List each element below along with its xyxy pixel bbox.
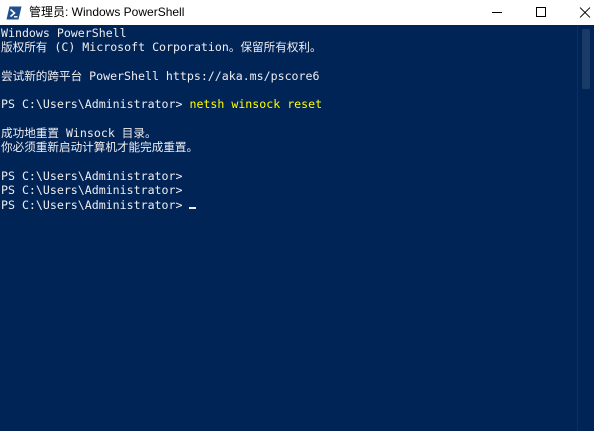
console-output-text: 成功地重置 Winsock 目录。 (1, 126, 157, 141)
console-output-text: 你必须重新启动计算机才能完成重置。 (1, 140, 199, 155)
window-controls (474, 0, 594, 25)
console-output-text: 尝试新的跨平台 PowerShell https://aka.ms/pscore… (1, 68, 320, 83)
console-lines: Windows PowerShell 版权所有 (C) Microsoft Cor… (0, 25, 577, 212)
console-line: 成功地重置 Winsock 目录。 (1, 126, 577, 140)
powershell-icon (6, 5, 22, 21)
title-bar[interactable]: 管理员: Windows PowerShell (0, 0, 594, 25)
console-output[interactable]: Windows PowerShell 版权所有 (C) Microsoft Cor… (0, 25, 577, 431)
console-prompt: PS C:\Users\Administrator> (1, 97, 190, 112)
maximize-button[interactable] (520, 0, 566, 25)
minimize-icon (492, 12, 502, 13)
console-line: PS C:\Users\Administrator> netsh winsock… (1, 97, 577, 111)
text-cursor (189, 206, 197, 209)
console-line: 你必须重新启动计算机才能完成重置。 (1, 140, 577, 154)
powershell-window: 管理员: Windows PowerShell Windows PowerShe… (0, 0, 594, 431)
console-prompt: PS C:\Users\Administrator> (1, 183, 183, 198)
console-line: PS C:\Users\Administrator> (1, 198, 577, 212)
window-title: 管理员: Windows PowerShell (29, 5, 185, 19)
console-prompt: PS C:\Users\Administrator> (1, 197, 190, 212)
console-line: Windows PowerShell (1, 26, 577, 40)
powershell-icon-graphic (6, 6, 22, 20)
maximize-icon (536, 7, 546, 17)
console-line: PS C:\Users\Administrator> (1, 183, 577, 197)
vertical-scrollbar[interactable] (577, 25, 594, 431)
close-icon (579, 6, 591, 18)
scrollbar-thumb[interactable] (582, 29, 590, 89)
console-output-text: Windows PowerShell (1, 26, 127, 40)
minimize-button[interactable] (474, 0, 520, 25)
console-command: netsh winsock reset (189, 97, 323, 112)
close-button[interactable] (566, 0, 594, 25)
console-line: 版权所有 (C) Microsoft Corporation。保留所有权利。 (1, 40, 577, 54)
console-output-text: 版权所有 (C) Microsoft Corporation。保留所有权利。 (1, 40, 322, 55)
console-prompt: PS C:\Users\Administrator> (1, 168, 183, 183)
console-line: 尝试新的跨平台 PowerShell https://aka.ms/pscore… (1, 69, 577, 83)
console-line: PS C:\Users\Administrator> (1, 169, 577, 183)
